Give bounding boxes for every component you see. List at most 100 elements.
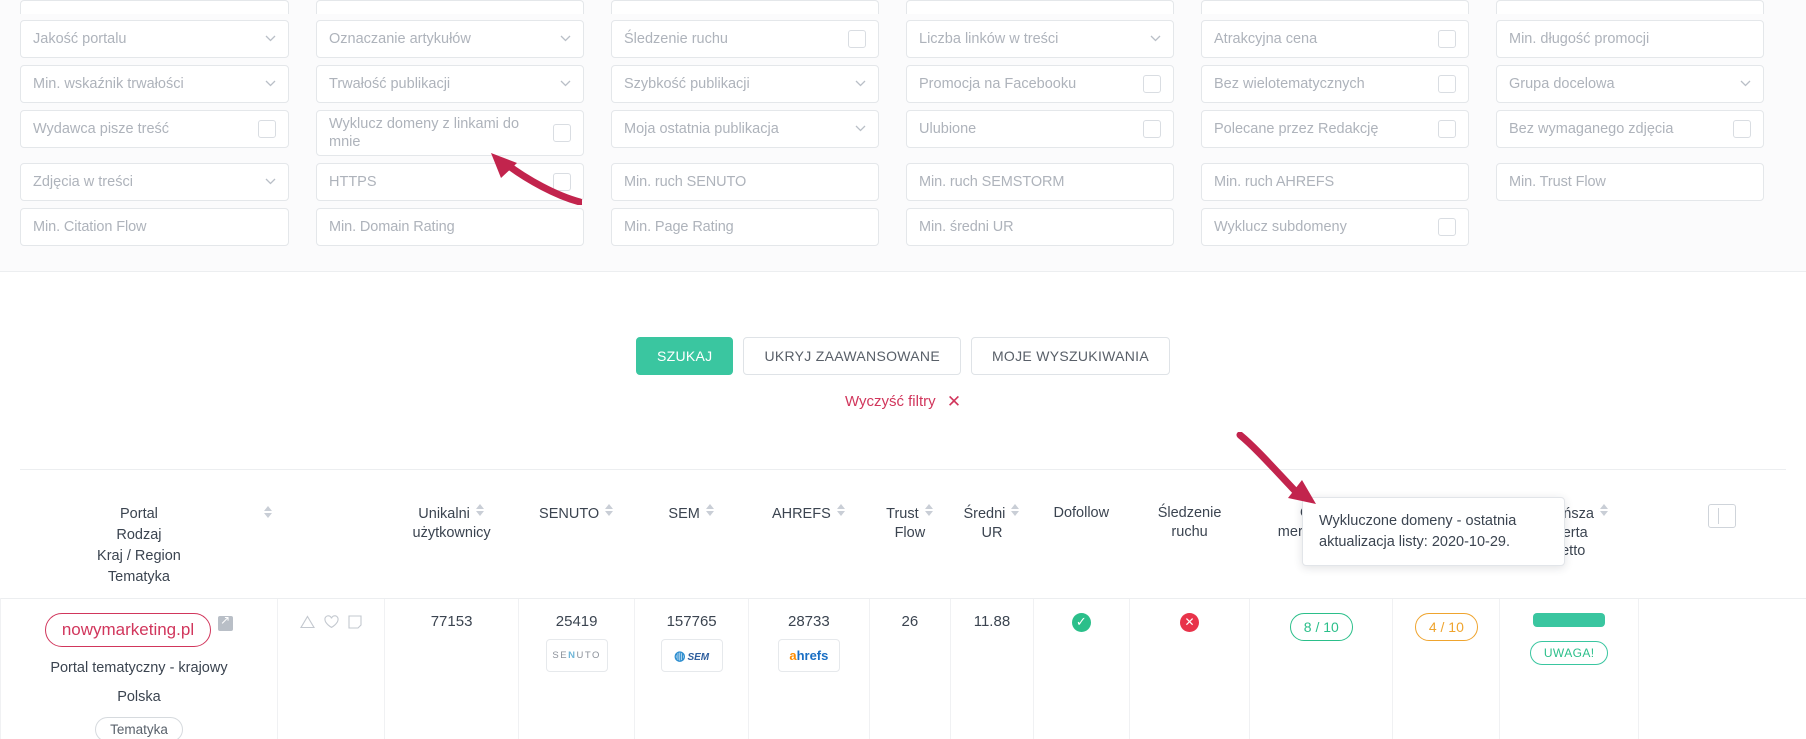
chevron-down-icon xyxy=(265,178,276,185)
filter-checkbox-wyklucz-domeny-z-linkami-do-mnie[interactable]: Wyklucz domeny z linkami do mnie xyxy=(316,110,584,156)
filter-checkbox-bez-wymaganego-zdjecia[interactable]: Bez wymaganego zdjęcia xyxy=(1496,110,1764,148)
column-picker-button[interactable] xyxy=(1708,504,1737,528)
filter-actions: SZUKAJ UKRYJ ZAAWANSOWANE MOJE WYSZUKIWA… xyxy=(0,337,1806,375)
filter-field-clipped-5[interactable] xyxy=(1201,0,1469,14)
checkbox[interactable] xyxy=(1143,120,1161,138)
filter-input-min-trust-flow[interactable]: Min. Trust Flow xyxy=(1496,163,1764,201)
filter-label: Min. długość promocji xyxy=(1509,30,1650,47)
checkbox[interactable] xyxy=(1733,120,1751,138)
sort-toggle-senuto[interactable] xyxy=(605,504,614,516)
filter-select-grupa-docelowa[interactable]: Grupa docelowa xyxy=(1496,65,1764,103)
filter-checkbox-https[interactable]: HTTPS xyxy=(316,163,584,201)
sort-toggle-ahrefs[interactable] xyxy=(836,504,846,516)
checkbox[interactable] xyxy=(553,173,571,191)
filter-input-min-ruch-semstorm[interactable]: Min. ruch SEMSTORM xyxy=(906,163,1174,201)
sort-toggle-portal[interactable] xyxy=(264,506,273,518)
th-sem[interactable]: SEM xyxy=(635,490,749,599)
senuto-logo: SENUTO xyxy=(545,639,608,673)
excluded-domains-tooltip: Wykluczone domeny - ostatnia aktualizacj… xyxy=(1302,497,1565,567)
portal-topic-chip[interactable]: Tematyka xyxy=(95,717,183,739)
filter-checkbox-atrakcyjna-cena[interactable]: Atrakcyjna cena xyxy=(1201,20,1469,58)
th-portal[interactable]: Portal Rodzaj Kraj / Region Tematyka xyxy=(1,490,278,599)
filter-select-min-wskaznik-trwalosci[interactable]: Min. wskaźnik trwałości xyxy=(20,65,289,103)
filter-input-min-ruch-senuto[interactable]: Min. ruch SENUTO xyxy=(611,163,879,201)
filter-label: Szybkość publikacji xyxy=(624,75,750,92)
filter-label: Min. ruch SENUTO xyxy=(624,173,747,190)
checkbox[interactable] xyxy=(1438,75,1456,93)
sort-toggle-unique-users[interactable] xyxy=(475,504,485,516)
filter-select-trwalosc-publikacji[interactable]: Trwałość publikacji xyxy=(316,65,584,103)
filter-checkbox-bez-wielotematycznych[interactable]: Bez wielotematycznych xyxy=(1201,65,1469,103)
filter-checkbox-wydawca-pisze-tresc[interactable]: Wydawca pisze treść xyxy=(20,110,289,148)
sort-toggle-trust-flow[interactable] xyxy=(924,504,934,516)
checkbox[interactable] xyxy=(1438,120,1456,138)
filter-cell xyxy=(316,0,611,14)
filter-input-min-ruch-ahrefs[interactable]: Min. ruch AHREFS xyxy=(1201,163,1469,201)
tooltip-text: Wykluczone domeny - ostatnia aktualizacj… xyxy=(1319,513,1517,550)
filter-field-clipped-1[interactable] xyxy=(20,0,289,14)
sort-toggle-sredni-ur[interactable] xyxy=(1011,504,1020,516)
filter-checkbox-polecane-przez-redakcje[interactable]: Polecane przez Redakcję xyxy=(1201,110,1469,148)
filter-cell-min-citation-flow: Min. Citation Flow xyxy=(20,208,316,246)
filter-field-clipped-2[interactable] xyxy=(316,0,584,14)
clear-filters-link[interactable]: Wyczyść filtry ✕ xyxy=(0,392,1806,412)
filter-select-zdjecia-w-tresci[interactable]: Zdjęcia w treści xyxy=(20,163,289,201)
price-button[interactable] xyxy=(1533,613,1606,628)
filter-checkbox-ulubione[interactable]: Ulubione xyxy=(906,110,1174,148)
filter-field-clipped-4[interactable] xyxy=(906,0,1174,14)
clear-filters-label: Wyczyść filtry xyxy=(844,393,936,410)
filter-checkbox-wyklucz-subdomeny[interactable]: Wyklucz subdomeny xyxy=(1201,208,1469,246)
filter-select-liczba-linkow-w-tresci[interactable]: Liczba linków w treści xyxy=(906,20,1174,58)
checkbox[interactable] xyxy=(258,120,276,138)
sort-toggle-najtansza-oferta[interactable] xyxy=(1599,504,1609,516)
th-unique-users[interactable]: Unikalni użytkownicy xyxy=(385,490,519,599)
filter-checkbox-promocja-na-facebooku[interactable]: Promocja na Facebooku xyxy=(906,65,1174,103)
filter-select-szybkosc-publikacji[interactable]: Szybkość publikacji xyxy=(611,65,879,103)
filter-input-min-dlugosc-promocji[interactable]: Min. długość promocji xyxy=(1496,20,1764,58)
portal-domain-link[interactable]: nowymarketing.pl xyxy=(44,613,212,648)
search-button[interactable]: SZUKAJ xyxy=(635,337,734,375)
filter-label: Wyklucz subdomeny xyxy=(1214,218,1347,235)
th-sledzenie-ruchu-line-1: ruchu xyxy=(1171,523,1208,540)
checkbox[interactable] xyxy=(848,30,866,48)
filter-select-jakosc-portalu[interactable]: Jakość portalu xyxy=(20,20,289,58)
checkbox[interactable] xyxy=(553,124,571,142)
filter-cell-moja-ostatnia-publikacja: Moja ostatnia publikacja xyxy=(611,110,906,156)
hide-advanced-button[interactable]: UKRYJ ZAAWANSOWANE xyxy=(743,337,961,375)
filter-field-clipped-3[interactable] xyxy=(611,0,879,14)
filter-input-min-citation-flow[interactable]: Min. Citation Flow xyxy=(20,208,289,246)
filter-select-moja-ostatnia-publikacja[interactable]: Moja ostatnia publikacja xyxy=(611,110,879,148)
filter-input-min-sredni-ur[interactable]: Min. średni UR xyxy=(906,208,1174,246)
portal-country: Polska xyxy=(117,689,161,706)
th-dofollow: Dofollow xyxy=(1033,490,1129,599)
filter-label: Ulubione xyxy=(919,120,977,137)
th-sem-label: SEM xyxy=(668,506,700,522)
warning-triangle-icon[interactable] xyxy=(300,615,315,629)
filter-cell-wyklucz-subdomeny: Wyklucz subdomeny xyxy=(1201,208,1496,246)
th-ahrefs[interactable]: AHREFS xyxy=(749,490,870,599)
th-sredni-ur[interactable]: Średni UR xyxy=(951,490,1034,599)
checkbox[interactable] xyxy=(1143,75,1161,93)
filter-label: Min. ruch AHREFS xyxy=(1214,173,1335,190)
filter-input-min-page-rating[interactable]: Min. Page Rating xyxy=(611,208,879,246)
filter-checkbox-sledzenie-ruchu[interactable]: Śledzenie ruchu xyxy=(611,20,879,58)
filter-field-clipped-6[interactable] xyxy=(1496,0,1764,14)
score-badge-merytoryczna: 8 / 10 xyxy=(1289,613,1353,642)
external-link-icon[interactable] xyxy=(218,613,234,632)
filter-label: Bez wymaganego zdjęcia xyxy=(1509,120,1674,137)
filter-row-3: Wydawca pisze treść Wyklucz domeny z lin… xyxy=(20,110,1786,156)
filter-input-min-domain-rating[interactable]: Min. Domain Rating xyxy=(316,208,584,246)
filter-label: Wyklucz domeny z linkami do mnie xyxy=(329,115,520,150)
th-senuto[interactable]: SENUTO xyxy=(519,490,635,599)
sort-toggle-sem[interactable] xyxy=(705,504,715,516)
heart-icon[interactable] xyxy=(324,615,339,629)
checkbox[interactable] xyxy=(1438,218,1456,236)
portal-kind: Portal tematyczny - krajowy xyxy=(50,660,228,677)
filter-select-oznaczanie-artykulow[interactable]: Oznaczanie artykułów xyxy=(316,20,584,58)
checkbox[interactable] xyxy=(1438,30,1456,48)
filter-cell-trwalosc-publikacji: Trwałość publikacji xyxy=(316,65,611,103)
note-icon[interactable] xyxy=(348,615,362,629)
th-trust-flow[interactable]: Trust Flow xyxy=(869,490,951,599)
my-searches-button[interactable]: MOJE WYSZUKIWANIA xyxy=(970,337,1170,375)
th-sredni-ur-line-1: UR xyxy=(981,524,1003,541)
